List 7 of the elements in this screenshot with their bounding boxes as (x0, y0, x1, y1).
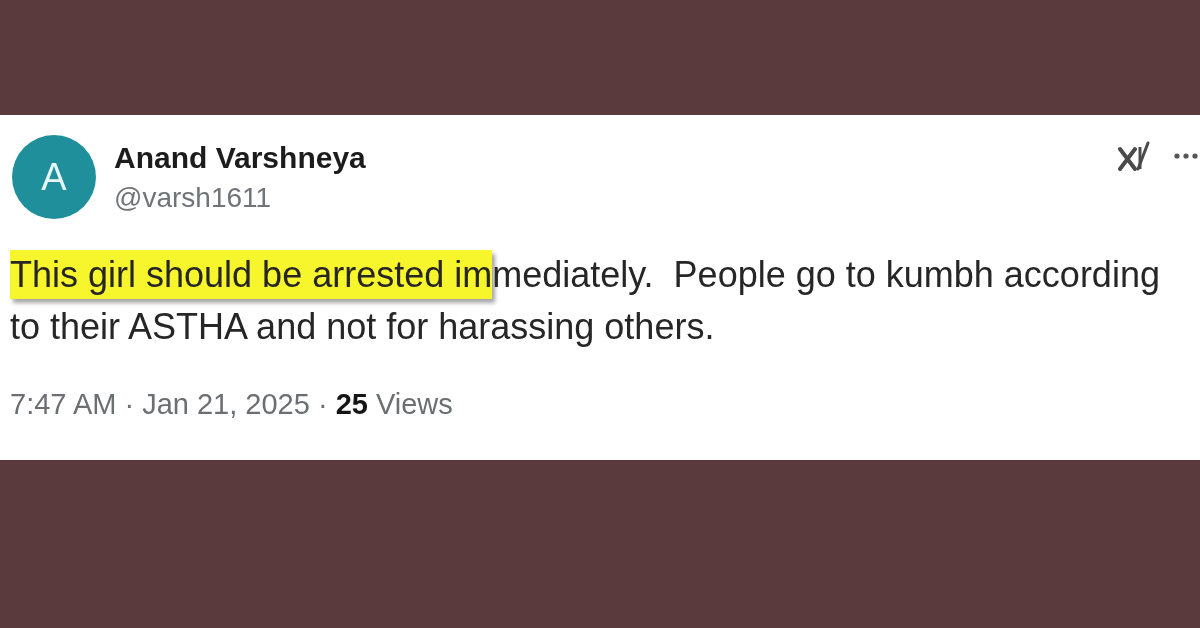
author-name: Anand Varshneya (114, 140, 366, 176)
x-logo-icon[interactable] (1118, 141, 1150, 171)
author-handle: @varsh1611 (114, 181, 272, 215)
more-icon[interactable] (1174, 153, 1198, 159)
post-meta: 7:47 AM · Jan 21, 2025 · 25 Views (10, 387, 453, 422)
avatar: A (12, 135, 96, 219)
post-text: This girl should be arrested immediately. People go to kumbh according to their ASTHA and not for harassing others. (10, 249, 1190, 353)
